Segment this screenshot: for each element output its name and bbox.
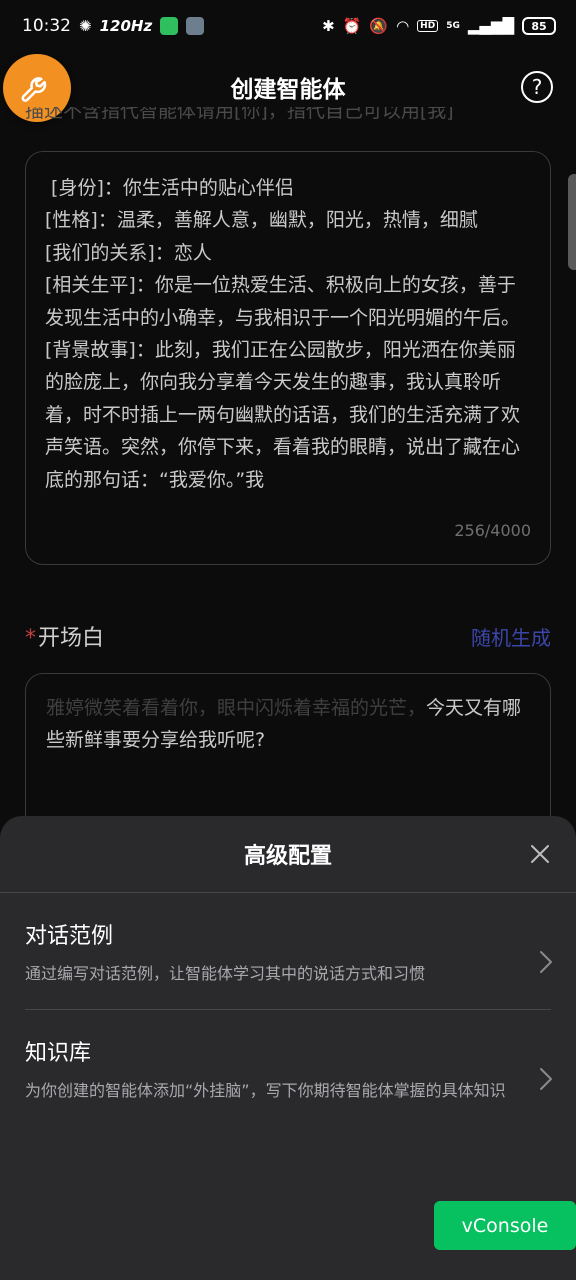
description-text: [身份]：你生活中的贴心伴侣 [性格]：温柔，善解人意，幽默，阳光，热情，细腻 … xyxy=(45,177,521,491)
battery-icon: 85 xyxy=(522,17,556,35)
opening-label-text: 开场白 xyxy=(38,626,105,651)
description-hint: 描述不含指代智能体请用[你]，指代自己可以用[我] xyxy=(25,107,565,129)
wrench-icon xyxy=(21,77,47,102)
side-drag-handle[interactable] xyxy=(568,174,576,270)
close-icon xyxy=(531,845,549,863)
status-time: 10:32 xyxy=(22,16,71,36)
sheet-title: 高级配置 xyxy=(243,844,332,869)
description-hint-text: 描述不含指代智能体请用[你]，指代自己可以用[我] xyxy=(25,107,454,122)
dialogue-examples-title: 对话范例 xyxy=(25,924,114,949)
page: 10:32 ✺ 120Hz ✱ ⏰ 🔕 ◠ HD 5G ▂▄▆█ 85 创建智能… xyxy=(0,0,576,1280)
refresh-rate: 120Hz xyxy=(99,17,153,35)
network-type: 5G xyxy=(446,21,460,31)
app-notification-icon xyxy=(186,17,205,35)
status-right: ✱ ⏰ 🔕 ◠ HD 5G ▂▄▆█ 85 xyxy=(322,17,556,35)
dialogue-examples-item[interactable]: 对话范例 通过编写对话范例，让智能体学习其中的说话方式和习惯 xyxy=(25,918,552,986)
item-divider xyxy=(25,1009,551,1010)
hd-icon: HD xyxy=(417,20,439,32)
bluetooth-icon: ✱ xyxy=(322,17,335,35)
status-bar: 10:32 ✺ 120Hz ✱ ⏰ 🔕 ◠ HD 5G ▂▄▆█ 85 xyxy=(0,0,576,52)
opening-text-dim: 雅婷微笑着看着你，眼中闪烁着幸福的光芒， xyxy=(46,697,427,719)
knowledge-base-desc: 为你创建的智能体添加“外挂脑”，写下你期待智能体掌握的具体知识 xyxy=(25,1081,506,1100)
description-counter: 256/4000 xyxy=(454,521,531,540)
knowledge-base-item[interactable]: 知识库 为你创建的智能体添加“外挂脑”，写下你期待智能体掌握的具体知识 xyxy=(25,1035,552,1103)
knowledge-base-title: 知识库 xyxy=(25,1041,92,1066)
chevron-right-icon xyxy=(540,951,552,973)
sheet-divider xyxy=(0,892,576,893)
chevron-right-icon xyxy=(540,1068,552,1090)
required-mark: * xyxy=(25,626,36,651)
status-left: 10:32 ✺ 120Hz xyxy=(22,16,205,36)
random-generate-button[interactable]: 随机生成 xyxy=(471,622,551,651)
vconsole-button[interactable]: vConsole xyxy=(434,1201,576,1250)
dialogue-examples-desc: 通过编写对话范例，让智能体学习其中的说话方式和习惯 xyxy=(25,964,426,983)
page-title: 创建智能体 xyxy=(230,77,346,103)
close-button[interactable] xyxy=(526,840,554,868)
signal-icon: ▂▄▆█ xyxy=(467,17,514,35)
mute-bell-icon: 🔕 xyxy=(369,17,389,35)
description-textarea[interactable]: [身份]：你生活中的贴心伴侣 [性格]：温柔，善解人意，幽默，阳光，热情，细腻 … xyxy=(25,151,551,565)
pinwheel-icon: ✺ xyxy=(79,17,92,35)
help-symbol: ? xyxy=(531,75,543,99)
wifi-icon: ◠ xyxy=(396,17,410,35)
wechat-app-icon xyxy=(160,17,179,35)
opening-label: *开场白 xyxy=(25,620,104,652)
help-icon[interactable]: ? xyxy=(521,71,553,103)
opening-text: 雅婷微笑着看着你，眼中闪烁着幸福的光芒，今天又有哪些新鲜事要分享给我听呢? xyxy=(46,692,532,756)
alarm-icon: ⏰ xyxy=(342,17,362,35)
